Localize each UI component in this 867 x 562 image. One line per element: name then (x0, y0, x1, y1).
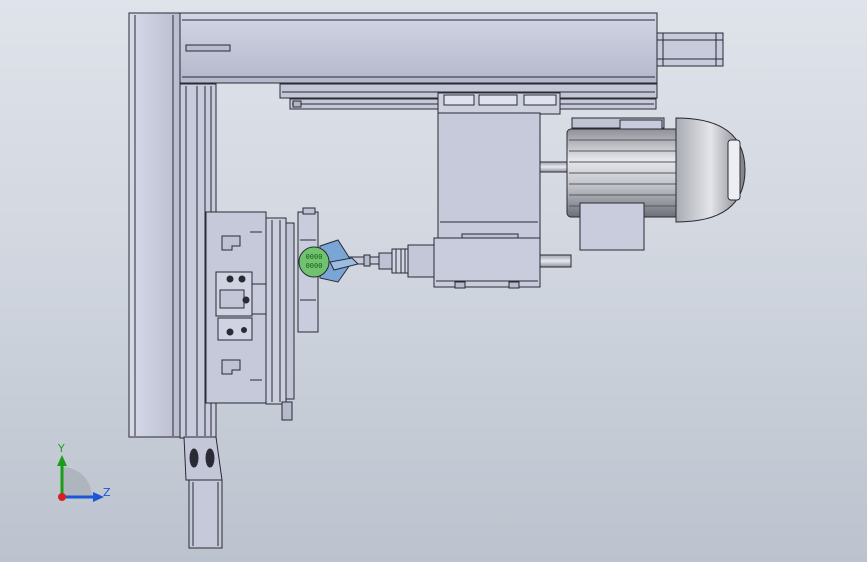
y-axis-label: Y (58, 442, 65, 455)
workpiece-label-line-2: 0000 (306, 262, 323, 270)
rail-servo-motor[interactable] (656, 32, 724, 67)
spindle-nose[interactable] (378, 244, 435, 278)
triad-origin (58, 493, 66, 501)
coordinate-triad (57, 455, 104, 502)
cad-model-scene[interactable]: 0000 0000 (0, 0, 867, 562)
leg-bracket[interactable] (183, 436, 223, 481)
cad-graphics-viewport[interactable]: 0000 0000 Y Z (0, 0, 867, 562)
top-linear-rail[interactable] (179, 12, 658, 110)
spindle-head-block[interactable] (433, 112, 572, 289)
base-leg[interactable] (188, 479, 223, 549)
motor-terminal-box[interactable] (579, 202, 645, 251)
z-axis-label: Z (103, 486, 111, 499)
workpiece-label-line-1: 0000 (306, 253, 323, 261)
rail-carriage[interactable] (437, 92, 561, 115)
